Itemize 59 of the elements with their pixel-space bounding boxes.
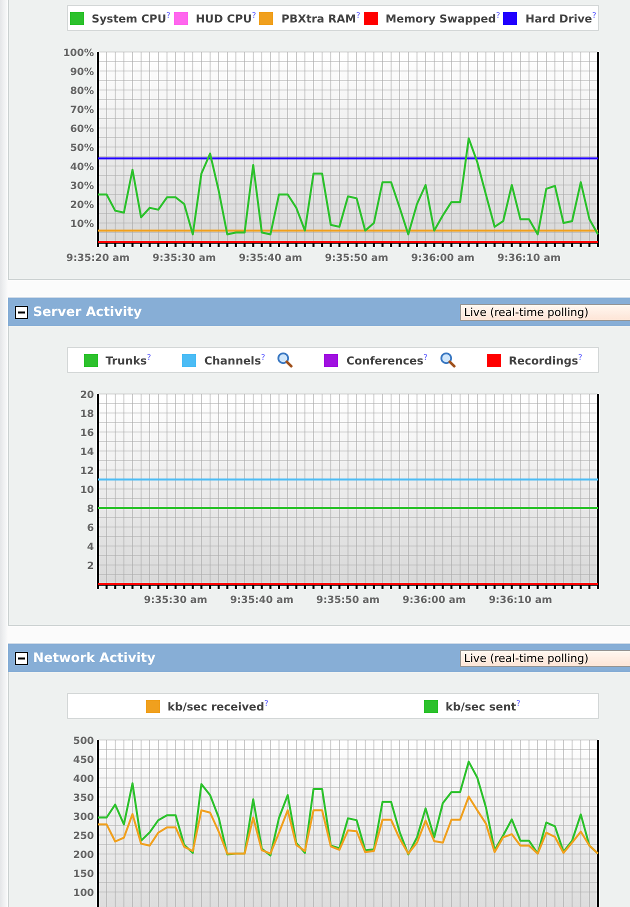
axis-tick-label: 6 [87, 523, 94, 534]
axis-tick-label: 20% [70, 200, 94, 211]
axis-tick-label: 450 [73, 755, 94, 766]
axis-tick-label: 9:35:20 am [66, 253, 130, 264]
axis-tick-label: 90% [70, 67, 94, 78]
axis-tick-label: 12 [80, 466, 94, 477]
axis-tick-label: 14 [80, 447, 94, 458]
axis-tick-label: 50% [70, 143, 94, 154]
axis-tick-label: 10% [70, 219, 94, 230]
axis-tick-label: 9:35:30 am [144, 595, 208, 606]
axis-tick-label: 100 [73, 888, 94, 899]
axis-tick-label: 60% [70, 124, 94, 135]
axis-tick-label: 9:35:50 am [324, 253, 388, 264]
axis-tick-label: 250 [73, 831, 94, 842]
axis-tick-label: 80% [70, 86, 94, 97]
axis-tick-label: 9:35:50 am [316, 595, 380, 606]
polling-dropdown[interactable]: Live (real-time polling) [460, 650, 630, 667]
axis-tick-label: 9:36:10 am [488, 595, 552, 606]
legend-label: System CPU$^{?}$ [92, 10, 171, 26]
legend-label: Memory Swapped$^{?}$ [386, 10, 500, 26]
axis-tick-label: 9:35:40 am [230, 595, 294, 606]
axis-tick-label: 20 [80, 390, 94, 401]
section-title: Network Activity [33, 650, 156, 666]
axis-tick-label: 2 [87, 561, 94, 572]
axis-tick-label: 350 [73, 793, 94, 804]
legend-label: Trunks$^{?}$ [106, 352, 152, 368]
legend-label: Channels$^{?}$ [204, 352, 266, 368]
axis-tick-label: 500 [73, 736, 94, 747]
axis-tick-label: 10 [80, 485, 94, 496]
axis-tick-label: 300 [73, 812, 94, 823]
axis-tick-label: 9:36:00 am [402, 595, 466, 606]
polling-dropdown[interactable]: Live (real-time polling) [460, 304, 630, 321]
axis-tick-label: 9:36:10 am [497, 253, 561, 264]
axis-tick-label: 200 [73, 850, 94, 861]
axis-tick-label: 100% [63, 48, 94, 59]
axis-tick-label: 400 [73, 774, 94, 785]
legend-label: kb/sec sent$^{?}$ [446, 698, 520, 714]
axis-tick-label: 9:35:40 am [238, 253, 302, 264]
axis-tick-label: 30% [70, 181, 94, 192]
axis-tick-label: 4 [87, 542, 94, 553]
collapse-icon[interactable] [15, 652, 28, 664]
section-title: Server Activity [33, 304, 142, 320]
search-icon[interactable] [277, 352, 294, 368]
axis-tick-label: 9:36:00 am [411, 253, 475, 264]
legend-label: HUD CPU$^{?}$ [196, 10, 256, 26]
axis-tick-label: 40% [70, 162, 94, 173]
legend-label: Hard Drive$^{?}$ [525, 10, 596, 26]
legend-label: Recordings$^{?}$ [508, 352, 582, 368]
search-icon[interactable] [440, 352, 456, 368]
axis-tick-label: 18 [80, 409, 94, 420]
legend-label: kb/sec received$^{?}$ [168, 698, 268, 714]
axis-tick-label: 16 [80, 428, 94, 439]
axis-tick-label: 150 [73, 869, 94, 880]
legend-label: PBXtra RAM$^{?}$ [281, 10, 360, 26]
axis-tick-label: 9:35:30 am [152, 253, 216, 264]
axis-tick-label: 8 [87, 504, 94, 515]
axis-tick-label: 70% [70, 105, 94, 116]
collapse-icon[interactable] [15, 306, 28, 318]
legend-label: Conferences$^{?}$ [346, 352, 428, 368]
